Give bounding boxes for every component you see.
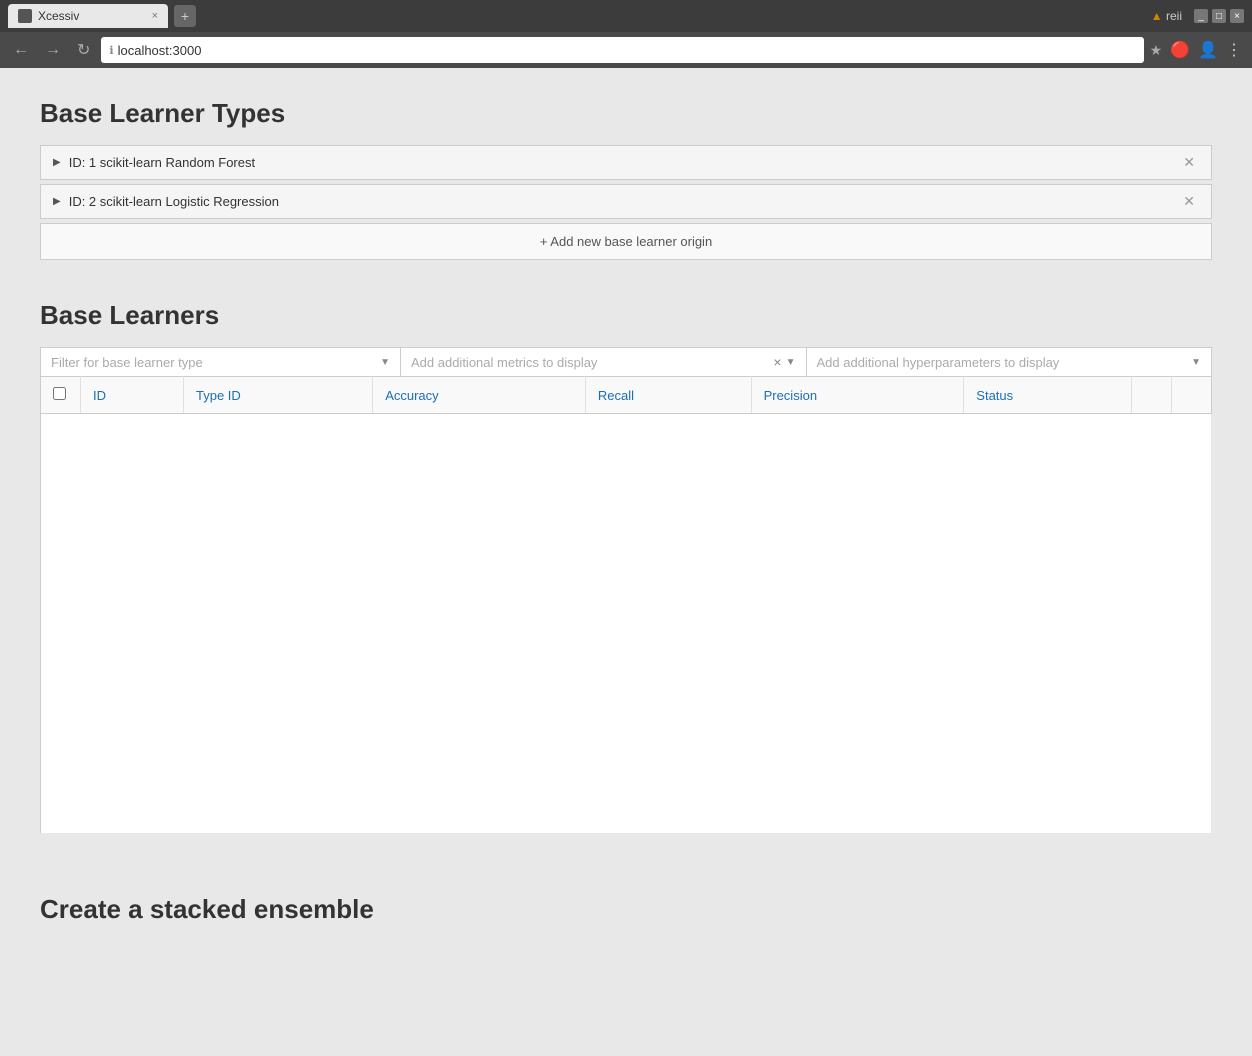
metrics-clear-btn[interactable]: × — [773, 354, 781, 370]
chevron-right-icon: ▶ — [53, 157, 61, 168]
chevron-right-icon-2: ▶ — [53, 196, 61, 207]
base-learners-section: Base Learners Filter for base learner ty… — [40, 300, 1212, 834]
refresh-button[interactable]: ↻ — [72, 38, 95, 62]
table-header-checkbox[interactable] — [41, 377, 81, 414]
hyperparams-placeholder: Add additional hyperparameters to displa… — [817, 355, 1192, 370]
accordion-item-2[interactable]: ▶ ID: 2 scikit-learn Logistic Regression… — [40, 184, 1212, 219]
menu-button[interactable]: ⋮ — [1224, 38, 1244, 62]
filter-type-arrow: ▼ — [380, 357, 390, 368]
add-base-learner-button[interactable]: + Add new base learner origin — [40, 223, 1212, 260]
filter-type-placeholder: Filter for base learner type — [51, 355, 380, 370]
create-ensemble-title: Create a stacked ensemble — [40, 894, 1212, 925]
browser-tab[interactable]: Xcessiv × — [8, 4, 168, 28]
table-header-id[interactable]: ID — [81, 377, 184, 414]
accordion-list: ▶ ID: 1 scikit-learn Random Forest ✕ ▶ I… — [40, 145, 1212, 219]
accordion-item-2-label: ID: 2 scikit-learn Logistic Regression — [69, 194, 1180, 209]
username-label: ▲ reii — [1151, 9, 1182, 23]
table-header-status[interactable]: Status — [964, 377, 1132, 414]
empty-table-row — [41, 414, 1212, 834]
table-header-row: ID Type ID Accuracy Recall Precision Sta… — [41, 377, 1212, 414]
accordion-item-1-label: ID: 1 scikit-learn Random Forest — [69, 155, 1180, 170]
avatar-button[interactable]: 👤 — [1196, 38, 1220, 62]
create-ensemble-section: Create a stacked ensemble — [40, 894, 1212, 925]
base-learners-table: ID Type ID Accuracy Recall Precision Sta… — [40, 376, 1212, 834]
tab-title: Xcessiv — [38, 9, 79, 23]
metrics-placeholder: Add additional metrics to display — [411, 355, 773, 370]
table-header-precision[interactable]: Precision — [751, 377, 964, 414]
security-icon: ℹ — [109, 44, 113, 57]
table-body — [41, 414, 1212, 834]
browser-toolbar: ← → ↻ ℹ ★ 🔴 👤 ⋮ — [0, 32, 1252, 68]
base-learner-types-title: Base Learner Types — [40, 98, 1212, 129]
hyperparams-arrow: ▼ — [1191, 357, 1201, 368]
extensions-button[interactable]: 🔴 — [1168, 38, 1192, 62]
accordion-item-1[interactable]: ▶ ID: 1 scikit-learn Random Forest ✕ — [40, 145, 1212, 180]
table-header-actions — [1132, 377, 1172, 414]
accordion-item-2-remove[interactable]: ✕ — [1179, 193, 1199, 210]
table-header-accuracy[interactable]: Accuracy — [373, 377, 586, 414]
filter-row: Filter for base learner type ▼ Add addit… — [40, 347, 1212, 376]
warning-icon: ▲ — [1151, 9, 1163, 23]
tab-favicon — [18, 9, 32, 23]
base-learners-title: Base Learners — [40, 300, 1212, 331]
minimize-button[interactable]: _ — [1194, 9, 1208, 23]
metrics-arrow: ▼ — [786, 357, 796, 368]
table-header-recall[interactable]: Recall — [585, 377, 751, 414]
page-content: Base Learner Types ▶ ID: 1 scikit-learn … — [0, 68, 1252, 1056]
back-button[interactable]: ← — [8, 39, 34, 61]
table-header-actions-2 — [1172, 377, 1212, 414]
new-tab-button[interactable]: + — [174, 5, 196, 27]
hyperparams-select[interactable]: Add additional hyperparameters to displa… — [807, 348, 1212, 376]
empty-table-cell — [41, 414, 1212, 834]
maximize-button[interactable]: □ — [1212, 9, 1226, 23]
accordion-item-1-remove[interactable]: ✕ — [1179, 154, 1199, 171]
address-bar-container: ℹ — [101, 37, 1143, 63]
select-all-checkbox[interactable] — [53, 387, 66, 400]
window-controls: ▲ reii _ □ × — [1151, 9, 1244, 23]
filter-type-select[interactable]: Filter for base learner type ▼ — [41, 348, 401, 376]
tab-close-btn[interactable]: × — [152, 10, 158, 22]
close-button[interactable]: × — [1230, 9, 1244, 23]
forward-button[interactable]: → — [40, 39, 66, 61]
bookmark-button[interactable]: ★ — [1150, 42, 1163, 59]
table-header-type-id[interactable]: Type ID — [184, 377, 373, 414]
browser-titlebar: Xcessiv × + ▲ reii _ □ × — [0, 0, 1252, 32]
address-input[interactable] — [118, 43, 1136, 58]
metrics-select[interactable]: Add additional metrics to display × ▼ — [401, 348, 807, 376]
toolbar-icons: 🔴 👤 ⋮ — [1168, 38, 1244, 62]
